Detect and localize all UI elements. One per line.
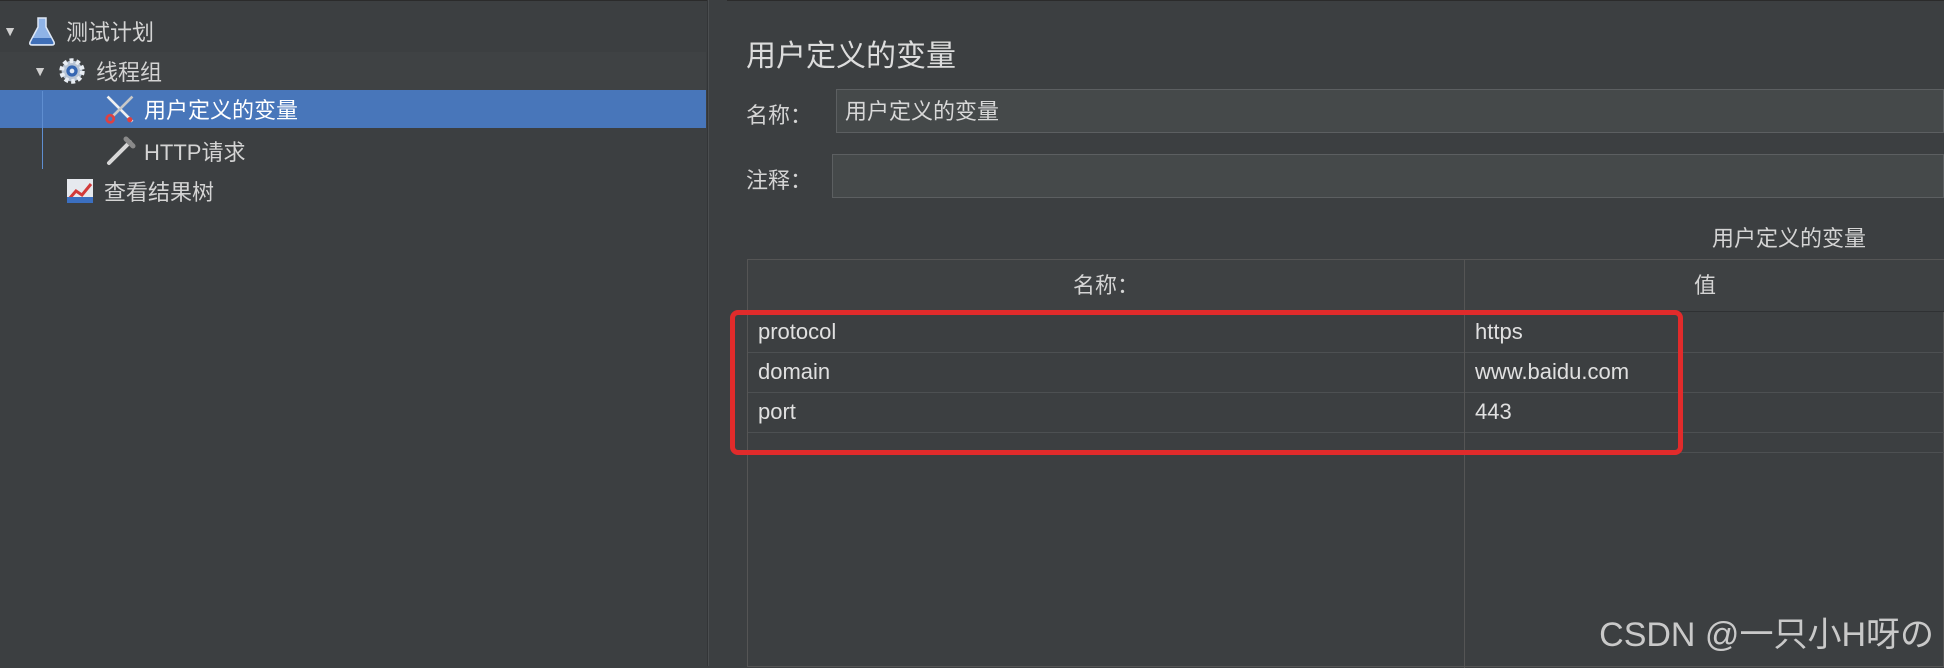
tree-item-label: 查看结果树 <box>104 180 215 205</box>
watermark: CSDN @一只小H呀の <box>1599 616 1934 654</box>
page-title: 用户定义的变量 <box>746 40 956 73</box>
tree-item-view-results-tree[interactable]: 查看结果树 <box>0 172 214 210</box>
tree-item-user-defined-variables[interactable]: 用户定义的变量 <box>0 90 706 128</box>
comment-label: 注释： <box>746 168 813 193</box>
pipette-icon <box>104 135 136 167</box>
scissors-icon <box>104 93 136 125</box>
tree-item-label: 测试计划 <box>66 20 155 45</box>
tree-item-label: HTTP请求 <box>144 140 246 165</box>
tree-item-label: 线程组 <box>96 60 163 85</box>
tree-item-http-request[interactable]: HTTP请求 <box>0 132 245 170</box>
name-field[interactable]: 用户定义的变量 <box>836 89 1944 133</box>
flask-icon <box>26 15 58 47</box>
column-header-value[interactable]: 值 <box>1465 260 1944 312</box>
table-caption: 用户定义的变量 <box>1712 226 1867 251</box>
collapse-arrow-icon[interactable]: ▼ <box>30 63 50 79</box>
comment-field[interactable] <box>832 154 1944 198</box>
tree-item-thread-group[interactable]: ▼ 线程组 <box>0 52 706 90</box>
gear-icon <box>56 55 88 87</box>
tree-item-test-plan[interactable]: ▼ 测试计划 <box>0 12 154 50</box>
test-plan-tree: ▼ 测试计划 ▼ 线程组 用户定义的变量 HTTP请求 查看结果树 <box>0 0 707 667</box>
chart-icon <box>64 175 96 207</box>
column-header-name[interactable]: 名称： <box>748 260 1465 312</box>
name-label: 名称： <box>746 103 813 128</box>
annotation-highlight-box <box>730 310 1683 455</box>
collapse-arrow-icon[interactable]: ▼ <box>0 23 20 39</box>
tree-guide-line <box>42 91 43 169</box>
tree-item-label: 用户定义的变量 <box>144 98 299 123</box>
panel-splitter[interactable] <box>707 0 728 666</box>
